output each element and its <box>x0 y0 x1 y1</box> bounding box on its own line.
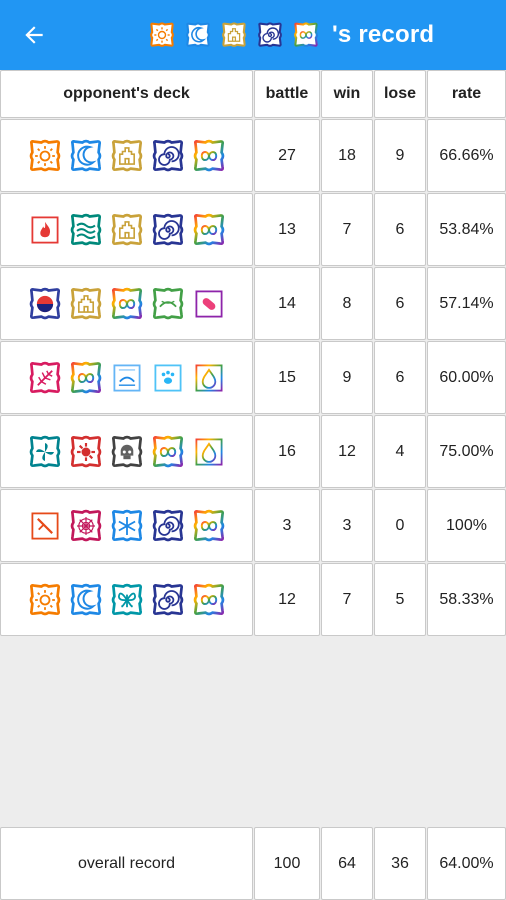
leaf-icon <box>152 287 183 319</box>
overall-win: 64 <box>321 827 373 900</box>
header-deck-icons <box>148 21 320 49</box>
lose-cell: 6 <box>374 267 426 340</box>
spiral-icon <box>258 22 282 47</box>
spiral-icon <box>152 583 183 615</box>
pinwheel-icon <box>29 435 60 467</box>
infinity-icon <box>111 287 142 319</box>
battle-cell: 3 <box>254 489 320 562</box>
overall-battle: 100 <box>254 827 320 900</box>
infinity-icon <box>152 435 183 467</box>
fire-icon <box>31 216 58 243</box>
feather-icon <box>29 361 60 393</box>
infinity-icon <box>193 509 224 541</box>
battle-cell: 27 <box>254 119 320 192</box>
rate-cell: 53.84% <box>427 193 506 266</box>
deck-cell[interactable] <box>0 341 253 414</box>
snowflake-icon <box>111 509 142 541</box>
deck-cell[interactable] <box>0 415 253 488</box>
sun-icon <box>29 583 60 615</box>
rate-cell: 58.33% <box>427 563 506 636</box>
overall-label: overall record <box>0 827 253 900</box>
arrow-left-icon <box>25 26 43 44</box>
skull-icon <box>111 435 142 467</box>
deck-cell[interactable] <box>0 563 253 636</box>
rate-cell: 66.66% <box>427 119 506 192</box>
win-cell: 8 <box>321 267 373 340</box>
infinity-icon <box>193 213 224 245</box>
col-header-win: win <box>321 70 373 118</box>
back-button[interactable] <box>18 20 50 50</box>
deck-cell[interactable] <box>0 119 253 192</box>
col-header-rate: rate <box>427 70 506 118</box>
butterfly-icon <box>111 583 142 615</box>
battle-cell: 16 <box>254 415 320 488</box>
lose-cell: 6 <box>374 193 426 266</box>
overall-rate: 64.00% <box>427 827 506 900</box>
splat-icon <box>70 435 101 467</box>
col-header-deck: opponent's deck <box>0 70 253 118</box>
app-bar: 's record <box>0 0 506 70</box>
moon-icon <box>70 139 101 171</box>
infinity-icon <box>294 22 318 47</box>
web-icon <box>70 509 101 541</box>
col-header-lose: lose <box>374 70 426 118</box>
battle-cell: 12 <box>254 563 320 636</box>
capsule-icon <box>195 290 222 317</box>
spiral-icon <box>152 139 183 171</box>
win-cell: 3 <box>321 489 373 562</box>
book-icon <box>113 364 140 391</box>
sun-icon <box>29 139 60 171</box>
infinity-icon <box>193 583 224 615</box>
win-cell: 7 <box>321 193 373 266</box>
deck-cell[interactable] <box>0 489 253 562</box>
lose-cell: 0 <box>374 489 426 562</box>
moon-icon <box>70 583 101 615</box>
battle-cell: 14 <box>254 267 320 340</box>
lose-cell: 9 <box>374 119 426 192</box>
drop-icon <box>195 364 222 391</box>
lose-cell: 5 <box>374 563 426 636</box>
col-header-battle: battle <box>254 70 320 118</box>
sun-icon <box>150 22 174 47</box>
lose-cell: 6 <box>374 341 426 414</box>
deck-cell[interactable] <box>0 267 253 340</box>
page-title: 's record <box>148 18 434 52</box>
paw-icon <box>154 364 181 391</box>
deck-cell[interactable] <box>0 193 253 266</box>
rate-cell: 75.00% <box>427 415 506 488</box>
win-cell: 18 <box>321 119 373 192</box>
infinity-icon <box>70 361 101 393</box>
win-cell: 9 <box>321 341 373 414</box>
battle-cell: 15 <box>254 341 320 414</box>
win-cell: 12 <box>321 415 373 488</box>
drop-icon <box>195 438 222 465</box>
overall-lose: 36 <box>374 827 426 900</box>
rate-cell: 60.00% <box>427 341 506 414</box>
title-suffix: 's record <box>332 21 435 48</box>
battle-cell: 13 <box>254 193 320 266</box>
lose-cell: 4 <box>374 415 426 488</box>
castle-icon <box>70 287 101 319</box>
sword-icon <box>31 512 58 539</box>
wave-icon <box>70 213 101 245</box>
spiral-icon <box>152 213 183 245</box>
infinity-icon <box>193 139 224 171</box>
spiral-icon <box>152 509 183 541</box>
win-cell: 7 <box>321 563 373 636</box>
moon-icon <box>186 22 210 47</box>
rate-cell: 57.14% <box>427 267 506 340</box>
yin-yang-icon <box>29 287 60 319</box>
castle-icon <box>222 22 246 47</box>
castle-icon <box>111 213 142 245</box>
castle-icon <box>111 139 142 171</box>
rate-cell: 100% <box>427 489 506 562</box>
